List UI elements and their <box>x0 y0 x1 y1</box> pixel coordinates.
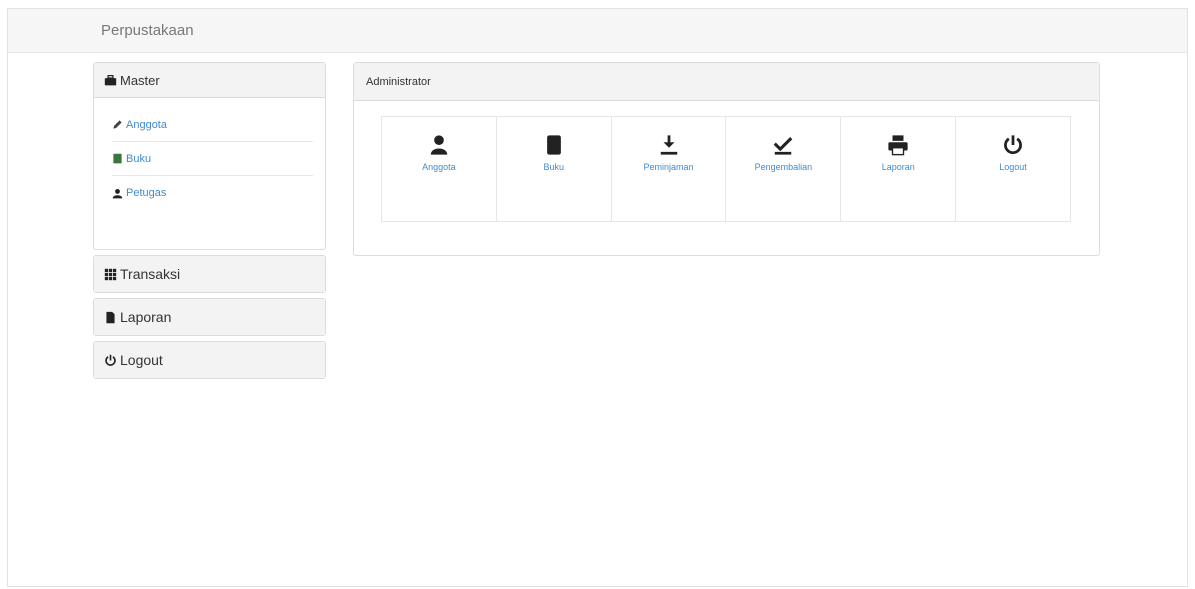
check-icon <box>774 137 793 155</box>
panel-heading-transaksi[interactable]: Transaksi <box>94 256 325 292</box>
tile-label: Pengembalian <box>754 162 813 172</box>
tile-label: Laporan <box>881 162 915 172</box>
panel-heading-label: Laporan <box>120 309 172 325</box>
panel-heading-logout[interactable]: Logout <box>94 342 325 378</box>
page-title: Administrator <box>366 75 431 88</box>
panel-heading-laporan[interactable]: Laporan <box>94 299 325 335</box>
tile-label: Buku <box>543 162 564 172</box>
sidebar-item-label: Petugas <box>126 187 167 199</box>
panel-heading-label: Transaksi <box>120 266 181 282</box>
download-icon <box>660 135 677 155</box>
book-icon <box>113 153 122 164</box>
master-menu: Anggota Buku Petugas <box>94 98 325 249</box>
tile-laporan[interactable]: Laporan <box>841 117 957 221</box>
tile-logout[interactable]: Logout <box>956 117 1070 221</box>
panel-master: Master Anggota Buku Petugas <box>93 62 326 250</box>
tile-anggota[interactable]: Anggota <box>382 117 497 221</box>
tile-label: Logout <box>999 162 1027 172</box>
panel-heading-label: Master <box>120 72 160 88</box>
main-panel-heading: Administrator <box>354 63 1099 101</box>
navbar-brand[interactable]: Perpustakaan <box>101 22 194 39</box>
panel-heading-master[interactable]: Master <box>94 63 325 98</box>
user-icon <box>430 135 448 155</box>
tile-buku[interactable]: Buku <box>497 117 612 221</box>
book-icon <box>546 135 561 155</box>
sidebar-item-label: Buku <box>126 152 152 165</box>
file-icon <box>106 311 115 323</box>
grid-icon <box>104 268 117 280</box>
user-icon <box>112 188 123 198</box>
panel-heading-label: Logout <box>120 352 163 368</box>
pencil-icon <box>113 120 122 129</box>
tile-peminjaman[interactable]: Peminjaman <box>612 117 727 221</box>
sidebar-item-anggota[interactable]: Anggota <box>112 108 313 142</box>
sidebar: Master Anggota Buku Petugas Transaksi La… <box>93 62 326 384</box>
panel-logout[interactable]: Logout <box>93 341 326 379</box>
sidebar-item-label: Anggota <box>126 118 167 131</box>
navbar: Perpustakaan <box>8 9 1187 53</box>
print-icon <box>888 135 908 156</box>
tile-label: Peminjaman <box>643 162 694 172</box>
main-panel: Administrator Anggota Buku Peminjaman Pe… <box>353 62 1100 256</box>
power-icon <box>105 354 116 366</box>
briefcase-icon <box>104 74 117 85</box>
sidebar-item-petugas[interactable]: Petugas <box>112 176 313 210</box>
panel-transaksi[interactable]: Transaksi <box>93 255 326 293</box>
tile-pengembalian[interactable]: Pengembalian <box>726 117 842 221</box>
sidebar-item-buku[interactable]: Buku <box>112 142 313 176</box>
tile-label: Anggota <box>422 162 456 172</box>
power-icon <box>1004 135 1022 155</box>
panel-laporan[interactable]: Laporan <box>93 298 326 336</box>
dashboard-tiles: Anggota Buku Peminjaman Pengembalian Lap… <box>381 116 1071 222</box>
